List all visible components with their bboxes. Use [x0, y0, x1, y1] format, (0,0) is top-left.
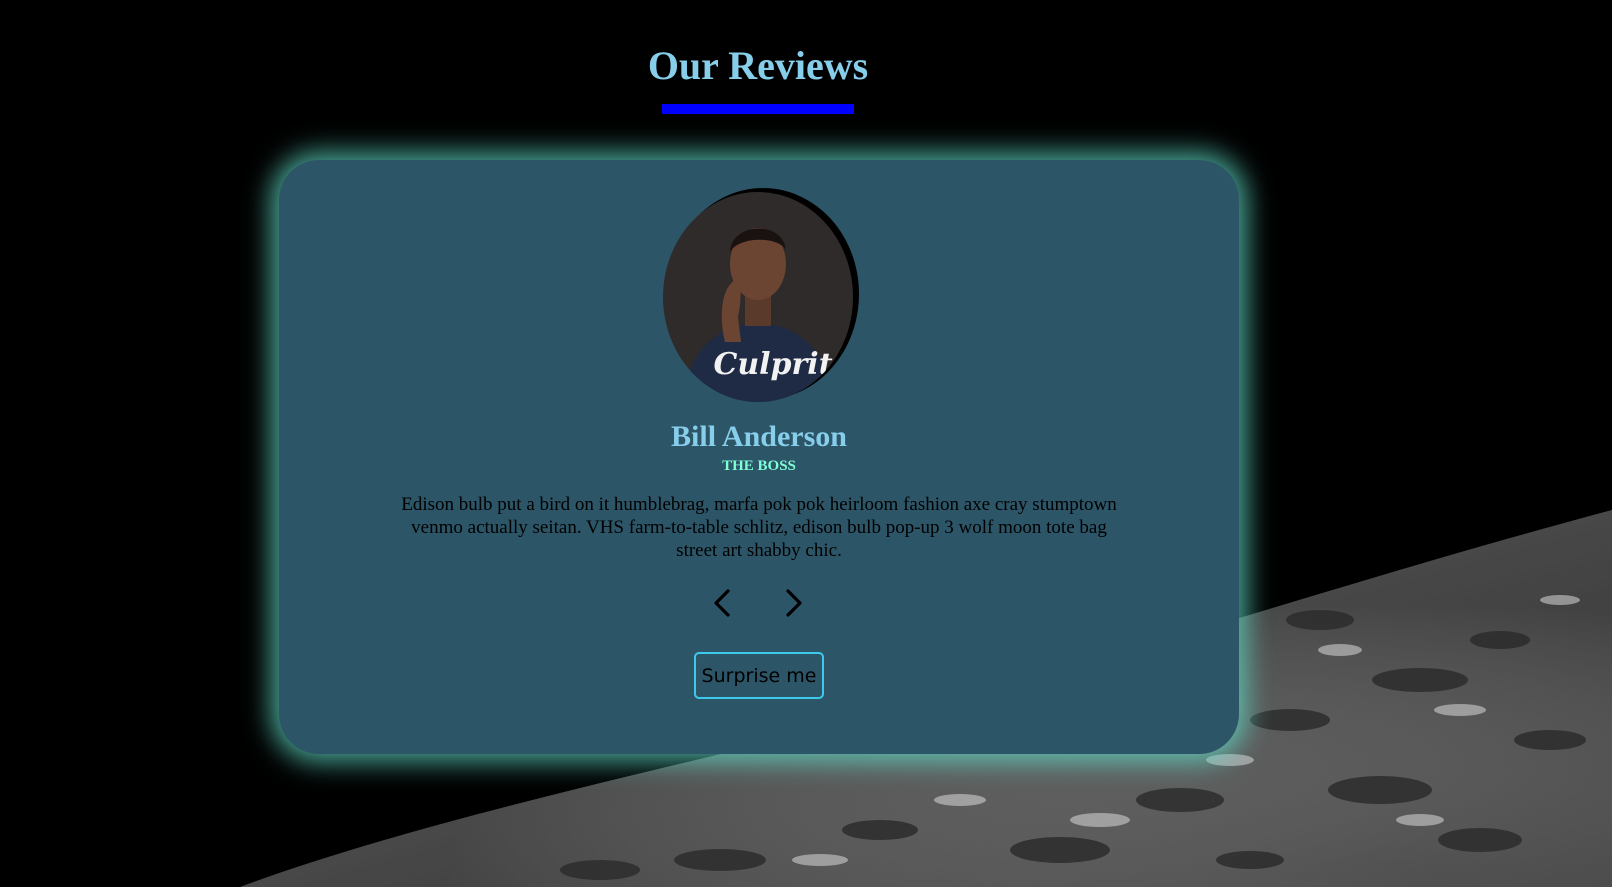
- avatar: Culprit: [663, 192, 853, 402]
- next-review-button[interactable]: [778, 586, 808, 620]
- reviews-header: Our Reviews: [0, 40, 1516, 114]
- reviewer-job: THE BOSS: [722, 458, 796, 474]
- chevron-right-icon: [786, 589, 802, 617]
- chevron-left-icon: [714, 589, 730, 617]
- person-portrait-image: Culprit: [663, 192, 853, 402]
- title-underline: [662, 104, 854, 114]
- review-text: Edison bulb put a bird on it humblebrag,…: [401, 494, 1117, 561]
- avatar-container: Culprit: [663, 188, 859, 402]
- surprise-me-button[interactable]: Surprise me: [694, 652, 824, 699]
- review-card: Culprit Bill Anderson THE BOSS Edison bu…: [279, 160, 1239, 754]
- reviewer-name: Bill Anderson: [671, 420, 847, 453]
- shirt-text: Culprit: [713, 347, 832, 382]
- prev-review-button[interactable]: [708, 586, 738, 620]
- page-title: Our Reviews: [647, 43, 869, 88]
